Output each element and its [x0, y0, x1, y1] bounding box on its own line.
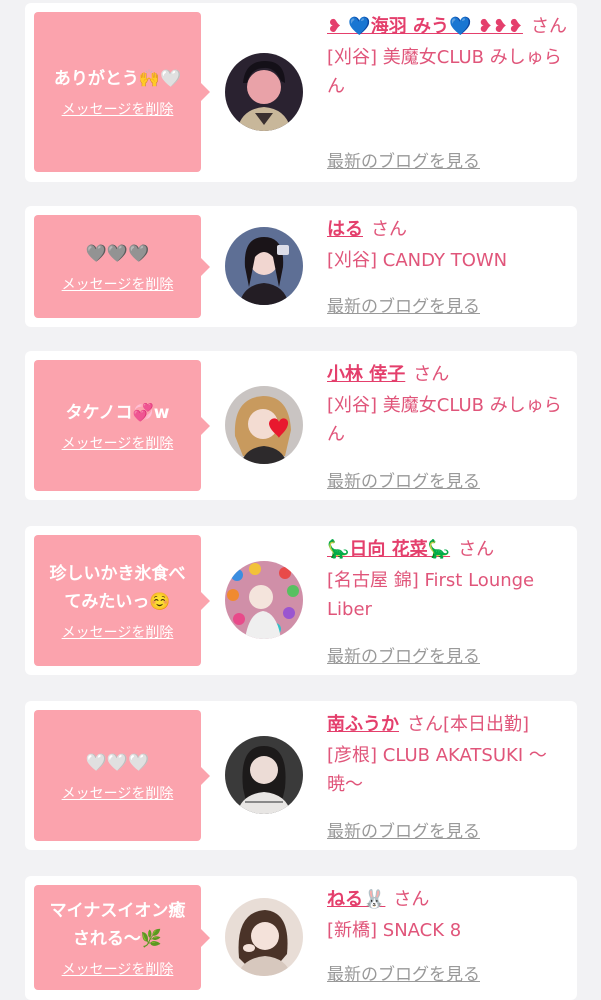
message-text: ありがとう🙌🤍	[53, 69, 182, 89]
profile-name-link[interactable]: 南ふうか	[327, 714, 399, 735]
message-bubble: 珍しいかき氷食べてみたいっ☺️ メッセージを削除	[34, 535, 210, 666]
profile-info: ねる🐰 さん [新橋] SNACK 8	[327, 886, 569, 945]
message-card: マイナスイオン癒される〜🌿 メッセージを削除 ねる🐰 さん [新橋] SNACK …	[25, 876, 577, 1000]
latest-blog-link[interactable]: 最新のブログを見る	[327, 642, 480, 667]
message-text: マイナスイオン癒される〜🌿	[49, 900, 186, 949]
profile-info: 🦕日向 花菜🦕 さん [名古屋 錦] First Lounge Liber	[327, 536, 569, 624]
shop-name: [彦根] CLUB AKATSUKI 〜暁〜	[327, 745, 547, 795]
message-bubble: タケノコ💞w メッセージを削除	[34, 360, 210, 491]
profile-name-link[interactable]: ねる🐰	[327, 889, 385, 910]
message-text: タケノコ💞w	[65, 402, 170, 423]
message-card: 🩶🩶🩶 メッセージを削除 はる さん [刈谷] CANDY TOWN 最新のブログ…	[25, 206, 577, 327]
profile-name-link[interactable]: 🦕日向 花菜🦕	[327, 539, 450, 560]
latest-blog-link[interactable]: 最新のブログを見る	[327, 147, 480, 172]
message-card: 珍しいかき氷食べてみたいっ☺️ メッセージを削除 🦕日向 花菜🦕 さん [名古屋…	[25, 526, 577, 675]
profile-info: はる さん [刈谷] CANDY TOWN	[327, 216, 569, 275]
delete-message-link[interactable]: メッセージを削除	[62, 622, 174, 642]
message-list: ありがとう🙌🤍 メッセージを削除 ❥ 💙海羽 みう💙 ❥❥❥ さん [刈谷] 美魔…	[0, 0, 601, 1000]
shop-name: [刈谷] 美魔女CLUB みしゅらん	[327, 395, 562, 445]
shop-name: [名古屋 錦] First Lounge Liber	[327, 570, 535, 620]
honorific: さん	[530, 16, 567, 37]
avatar[interactable]	[225, 561, 303, 639]
profile-name-link[interactable]: ❥ 💙海羽 みう💙 ❥❥❥	[327, 16, 523, 37]
status-badge: [本日出勤]	[443, 714, 530, 735]
message-bubble: 🩶🩶🩶 メッセージを削除	[34, 215, 210, 318]
message-card: ありがとう🙌🤍 メッセージを削除 ❥ 💙海羽 みう💙 ❥❥❥ さん [刈谷] 美魔…	[25, 3, 577, 182]
shop-name: [刈谷] CANDY TOWN	[327, 250, 508, 271]
avatar[interactable]	[225, 386, 303, 464]
honorific: さん	[393, 889, 430, 910]
shop-name: [刈谷] 美魔女CLUB みしゅらん	[327, 47, 562, 97]
message-text: 珍しいかき氷食べてみたいっ☺️	[49, 563, 186, 612]
latest-blog-link[interactable]: 最新のブログを見る	[327, 292, 480, 317]
message-text: 🤍🤍🤍	[85, 752, 150, 773]
profile-name-link[interactable]: はる	[327, 219, 363, 240]
honorific: さん	[413, 364, 450, 385]
shop-name: [新橋] SNACK 8	[327, 920, 462, 941]
delete-message-link[interactable]: メッセージを削除	[62, 783, 174, 803]
message-card: 🤍🤍🤍 メッセージを削除 南ふうか さん[本日出勤] [彦根] CLUB AKAT…	[25, 701, 577, 850]
delete-message-link[interactable]: メッセージを削除	[62, 959, 174, 979]
message-card: タケノコ💞w メッセージを削除 小林 倖子 さん [刈谷] 美魔女CLUB みしゅ…	[25, 351, 577, 500]
avatar[interactable]	[225, 736, 303, 814]
profile-name-link[interactable]: 小林 倖子	[327, 364, 405, 385]
message-text: 🩶🩶🩶	[85, 243, 150, 264]
avatar[interactable]	[225, 227, 303, 305]
delete-message-link[interactable]: メッセージを削除	[62, 99, 174, 119]
honorific: さん	[458, 539, 495, 560]
honorific: さん	[371, 219, 407, 240]
avatar[interactable]	[225, 53, 303, 131]
delete-message-link[interactable]: メッセージを削除	[62, 274, 174, 294]
latest-blog-link[interactable]: 最新のブログを見る	[327, 467, 480, 492]
honorific: さん	[407, 714, 443, 735]
message-bubble: 🤍🤍🤍 メッセージを削除	[34, 710, 210, 841]
delete-message-link[interactable]: メッセージを削除	[62, 433, 174, 453]
avatar[interactable]	[225, 898, 303, 976]
latest-blog-link[interactable]: 最新のブログを見る	[327, 817, 480, 842]
message-bubble: ありがとう🙌🤍 メッセージを削除	[34, 12, 210, 172]
message-bubble: マイナスイオン癒される〜🌿 メッセージを削除	[34, 885, 210, 990]
profile-info: 小林 倖子 さん [刈谷] 美魔女CLUB みしゅらん	[327, 361, 569, 449]
profile-info: ❥ 💙海羽 みう💙 ❥❥❥ さん [刈谷] 美魔女CLUB みしゅらん	[327, 13, 569, 101]
latest-blog-link[interactable]: 最新のブログを見る	[327, 960, 480, 985]
profile-info: 南ふうか さん[本日出勤] [彦根] CLUB AKATSUKI 〜暁〜	[327, 711, 569, 799]
